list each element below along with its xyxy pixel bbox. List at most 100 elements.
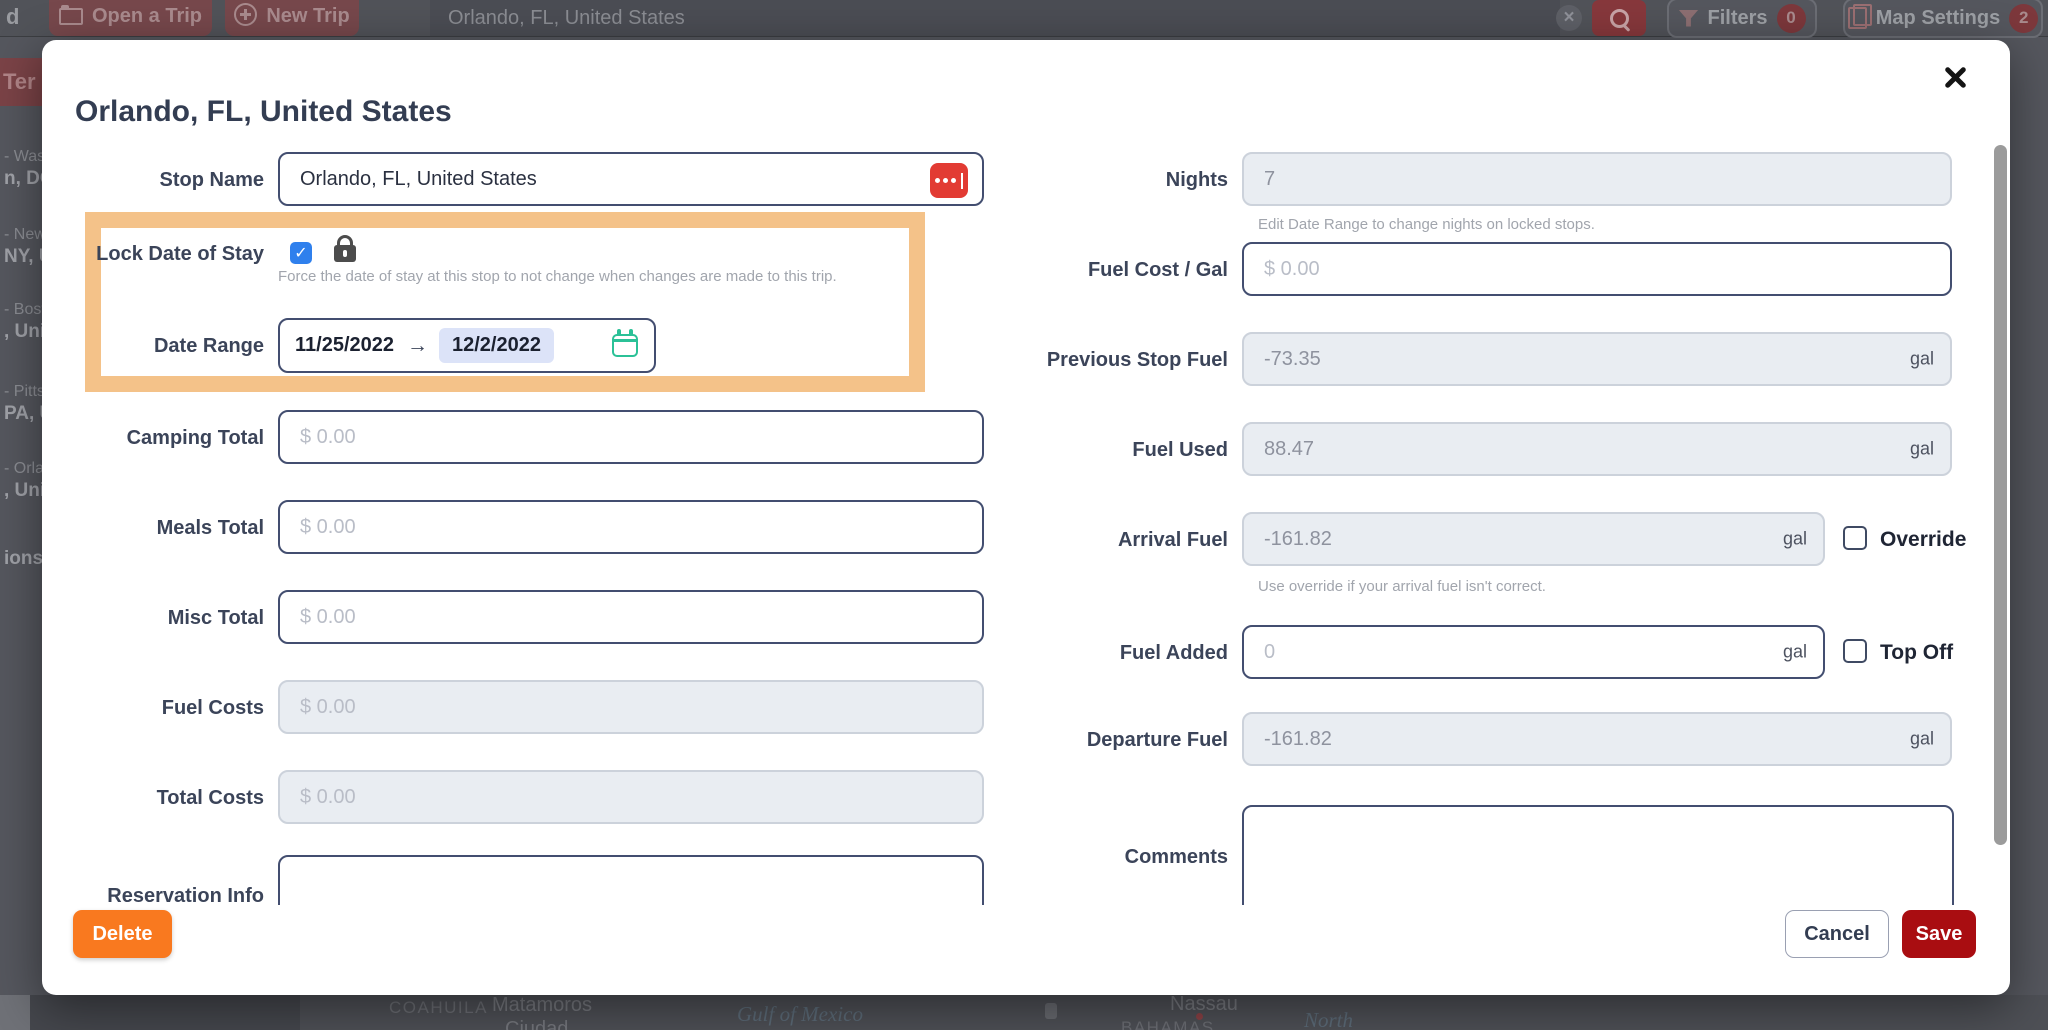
sidebar-stop-fragment: - Pitts xyxy=(4,383,45,401)
departure-fuel-input xyxy=(1244,714,1950,764)
map-settings-label: Map Settings xyxy=(1876,7,2000,30)
app-stage: d Open a Trip New Trip Orlando, FL, Unit… xyxy=(0,0,2048,1030)
fuel-added-input[interactable] xyxy=(1244,627,1823,677)
filters-button[interactable]: Filters 0 xyxy=(1667,0,1817,38)
sidebar-stop-fragment: ions xyxy=(4,548,43,570)
open-trip-label: Open a Trip xyxy=(92,5,202,28)
map-settings-badge: 2 xyxy=(2009,4,2038,33)
meals-total-input[interactable] xyxy=(280,502,982,552)
fuel-cost-gal-input[interactable] xyxy=(1244,244,1950,294)
arrival-fuel-helper: Use override if your arrival fuel isn't … xyxy=(1258,578,1546,595)
departure-fuel-label: Departure Fuel xyxy=(988,729,1228,752)
search-button[interactable] xyxy=(1592,0,1646,36)
total-costs-field xyxy=(278,770,984,824)
departure-fuel-field: gal xyxy=(1242,712,1952,766)
delete-button[interactable]: Delete xyxy=(73,910,172,958)
map-label: COAHUILA xyxy=(389,998,488,1018)
filters-label: Filters xyxy=(1707,7,1767,30)
open-trip-button[interactable]: Open a Trip xyxy=(49,0,212,36)
meals-total-label: Meals Total xyxy=(42,517,264,540)
new-trip-button[interactable]: New Trip xyxy=(225,0,359,36)
modal-scroll-body: Orlando, FL, United States Stop Name Loc… xyxy=(42,40,2010,905)
meals-total-field xyxy=(278,500,984,554)
stop-name-label: Stop Name xyxy=(42,169,264,192)
stop-name-field xyxy=(278,152,984,206)
sidebar-stop-fragment: - Bost xyxy=(4,301,46,319)
top-toolbar: d Open a Trip New Trip Orlando, FL, Unit… xyxy=(0,0,2048,37)
map-label: Matamoros xyxy=(492,994,592,1017)
search-value: Orlando, FL, United States xyxy=(448,7,685,30)
nights-helper: Edit Date Range to change nights on lock… xyxy=(1258,216,1595,233)
map-settings-button[interactable]: Map Settings 2 xyxy=(1843,0,2043,38)
modal-title: Orlando, FL, United States xyxy=(75,95,452,129)
map-label: Ciudad xyxy=(505,1018,568,1030)
plus-icon xyxy=(234,3,257,26)
fuel-cost-gal-label: Fuel Cost / Gal xyxy=(988,259,1228,282)
comments-textarea[interactable] xyxy=(1242,805,1954,905)
close-icon[interactable] xyxy=(1940,62,1970,92)
lock-date-checkbox[interactable]: ✓ xyxy=(290,242,312,264)
override-checkbox[interactable] xyxy=(1843,526,1867,550)
funnel-icon xyxy=(1678,10,1698,27)
lock-icon xyxy=(334,245,356,262)
cancel-button[interactable]: Cancel xyxy=(1785,910,1889,958)
arrow-right-icon: → xyxy=(407,334,428,358)
map-strip-segment xyxy=(30,995,300,1030)
total-costs-input xyxy=(280,772,982,822)
save-button[interactable]: Save xyxy=(1902,910,1976,958)
map-label: Gulf of Mexico xyxy=(737,1002,863,1027)
calendar-icon[interactable] xyxy=(612,334,638,357)
top-off-label: Top Off xyxy=(1880,641,1953,665)
magnifier-icon xyxy=(1610,9,1629,28)
layers-icon xyxy=(1848,7,1867,29)
misc-total-field xyxy=(278,590,984,644)
arrival-fuel-input xyxy=(1244,514,1823,564)
modal-scrollbar[interactable] xyxy=(1994,145,2007,845)
stop-name-input[interactable] xyxy=(280,154,982,204)
filters-badge: 0 xyxy=(1777,4,1806,33)
camping-total-input[interactable] xyxy=(280,412,982,462)
lock-date-helper: Force the date of stay at this stop to n… xyxy=(278,268,837,285)
arrival-fuel-label: Arrival Fuel xyxy=(988,529,1228,552)
sidebar-template-button[interactable]: Ter xyxy=(0,58,46,106)
fuel-cost-gal-field xyxy=(1242,242,1952,296)
misc-total-input[interactable] xyxy=(280,592,982,642)
previous-stop-fuel-field: gal xyxy=(1242,332,1952,386)
reservation-info-textarea[interactable] xyxy=(278,855,984,905)
misc-total-label: Misc Total xyxy=(42,607,264,630)
previous-stop-fuel-input xyxy=(1244,334,1950,384)
search-input[interactable]: Orlando, FL, United States xyxy=(430,0,1560,36)
sidebar-stop-fragment: - New xyxy=(4,226,46,244)
map-strip: COAHUILA Matamoros Ciudad Gulf of Mexico… xyxy=(0,995,2048,1030)
gal-unit: gal xyxy=(1783,529,1807,550)
edit-stop-modal: Orlando, FL, United States Stop Name Loc… xyxy=(42,40,2010,995)
fuel-used-input xyxy=(1244,424,1950,474)
fuel-costs-field xyxy=(278,680,984,734)
sidebar-stop-fragment: , Uni xyxy=(4,480,45,502)
map-label: North xyxy=(1304,1008,1353,1030)
override-label: Override xyxy=(1880,528,1966,552)
nights-label: Nights xyxy=(988,169,1228,192)
folder-icon xyxy=(59,8,83,25)
total-costs-label: Total Costs xyxy=(42,787,264,810)
arrival-fuel-field: gal xyxy=(1242,512,1825,566)
fuel-used-field: gal xyxy=(1242,422,1952,476)
clear-search-icon[interactable]: × xyxy=(1556,5,1582,31)
map-strip-segment xyxy=(0,995,30,1030)
previous-stop-fuel-label: Previous Stop Fuel xyxy=(988,349,1228,372)
gal-unit: gal xyxy=(1910,349,1934,370)
date-range-end[interactable]: 12/2/2022 xyxy=(439,328,554,363)
gal-unit: gal xyxy=(1783,642,1807,663)
top-off-checkbox[interactable] xyxy=(1843,639,1867,663)
lock-date-label: Lock Date of Stay xyxy=(42,243,264,266)
date-range-field[interactable]: 11/25/2022 → 12/2/2022 xyxy=(278,318,656,373)
camping-total-field xyxy=(278,410,984,464)
map-label: Nassau xyxy=(1170,993,1238,1016)
nights-input xyxy=(1244,154,1950,204)
date-range-start[interactable]: 11/25/2022 xyxy=(295,334,394,357)
reservation-info-label: Reservation Info xyxy=(42,885,264,905)
comments-label: Comments xyxy=(988,846,1228,869)
autofill-icon[interactable] xyxy=(930,163,968,198)
nights-field xyxy=(1242,152,1952,206)
map-label: BAHAMAS xyxy=(1121,1018,1215,1030)
